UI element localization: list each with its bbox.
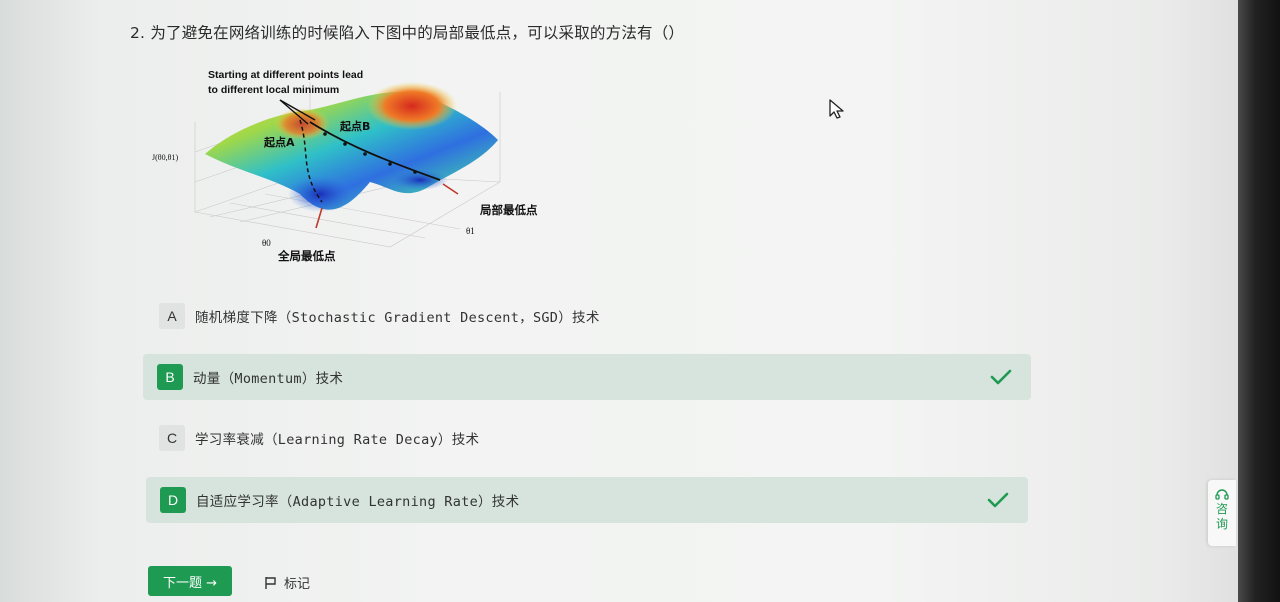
- option-c-letter: C: [159, 425, 185, 451]
- check-icon: [990, 369, 1012, 385]
- figure-caption-line1: Starting at different points lead: [208, 69, 363, 81]
- axis-label-theta1: θ1: [466, 226, 475, 236]
- option-b-letter: B: [157, 364, 183, 390]
- option-d-letter: D: [160, 487, 186, 513]
- check-icon: [987, 492, 1009, 508]
- consult-button[interactable]: 咨询: [1208, 480, 1236, 546]
- quiz-screen: 2. 为了避免在网络训练的时候陷入下图中的局部最低点，可以采取的方法有（） St…: [0, 0, 1262, 602]
- option-c-text: 学习率衰减（Learning Rate Decay）技术: [195, 432, 480, 448]
- loss-surface-illustration: Starting at different points lead to dif…: [152, 69, 538, 263]
- consult-label: 咨询: [1215, 502, 1228, 531]
- label-start-a: 起点A: [263, 135, 295, 149]
- option-a-letter: A: [159, 303, 185, 329]
- mouse-cursor-icon: [829, 99, 844, 119]
- figure-caption-line2: to different local minimum: [208, 84, 339, 96]
- screen-bezel: [1238, 0, 1280, 602]
- question-text: 2. 为了避免在网络训练的时候陷入下图中的局部最低点，可以采取的方法有（）: [130, 24, 685, 42]
- option-b-text: 动量（Momentum）技术: [193, 371, 344, 387]
- next-question-button[interactable]: 下一题 →: [148, 566, 232, 596]
- option-a[interactable]: A 随机梯度下降（Stochastic Gradient Descent，SGD…: [145, 293, 1025, 339]
- option-a-text: 随机梯度下降（Stochastic Gradient Descent，SGD）技…: [195, 310, 600, 326]
- headset-icon: [1215, 489, 1229, 500]
- label-start-b: 起点B: [339, 119, 370, 133]
- axis-label-j: J(θ0,θ1): [152, 153, 178, 162]
- mark-label: 标记: [284, 577, 311, 592]
- flag-icon: [265, 576, 276, 589]
- mark-button[interactable]: 标记: [264, 573, 310, 592]
- option-c[interactable]: C 学习率衰减（Learning Rate Decay）技术: [145, 415, 1025, 461]
- option-d[interactable]: D 自适应学习率（Adaptive Learning Rate）技术: [146, 477, 1028, 523]
- label-local-min: 局部最低点: [479, 203, 538, 217]
- option-d-text: 自适应学习率（Adaptive Learning Rate）技术: [196, 494, 520, 510]
- loss-surface-figure: Starting at different points lead to dif…: [150, 62, 570, 267]
- option-b[interactable]: B 动量（Momentum）技术: [143, 354, 1031, 400]
- label-global-min: 全局最低点: [277, 249, 336, 263]
- axis-label-theta0: θ0: [262, 238, 271, 248]
